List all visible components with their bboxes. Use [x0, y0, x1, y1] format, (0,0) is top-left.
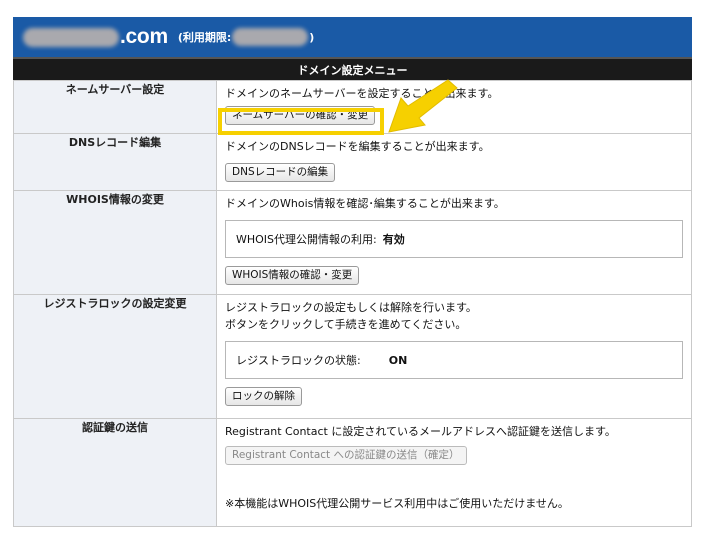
dns-edit-button[interactable]: DNSレコードの編集: [225, 163, 336, 182]
expiry-date: (利用期限: ): [178, 28, 314, 46]
row-label-nameserver: ネームサーバー設定: [13, 80, 217, 134]
row-dns: DNSレコード編集 ドメインのDNSレコードを編集することが出来ます。 DNSレ…: [13, 133, 692, 191]
row-registrylock: レジストラロックの設定変更 レジストラロックの設定もしくは解除を行います。 ボタ…: [13, 294, 692, 419]
row-label-whois: WHOIS情報の変更: [13, 190, 217, 295]
row-content-authkey: Registrant Contact に設定されているメールアドレスへ認証鍵を送…: [216, 418, 692, 527]
registrylock-status-value: ON: [388, 353, 408, 367]
registrylock-status-box: レジストラロックの状態: ON: [225, 341, 683, 379]
authkey-desc: Registrant Contact に設定されているメールアドレスへ認証鍵を送…: [225, 425, 616, 438]
nameserver-button[interactable]: ネームサーバーの確認・変更: [225, 106, 376, 125]
whois-status-box: WHOIS代理公開情報の利用: 有効: [225, 220, 683, 258]
expiry-prefix: (利用期限:: [177, 31, 232, 44]
whois-edit-button[interactable]: WHOIS情報の確認・変更: [225, 266, 360, 285]
menu-title: ドメイン設定メニュー: [13, 57, 692, 80]
registrylock-desc-1: レジストラロックの設定もしくは解除を行います。: [225, 301, 477, 314]
row-nameserver: ネームサーバー設定 ドメインのネームサーバーを設定することが出来ます。 ネームサ…: [13, 80, 692, 134]
registrylock-desc-2: ボタンをクリックして手続きを進めてください。: [225, 318, 467, 331]
registrylock-status-label: レジストラロックの状態:: [236, 353, 361, 367]
row-authkey: 認証鍵の送信 Registrant Contact に設定されているメールアドレ…: [13, 418, 692, 527]
domain-settings-panel: .com (利用期限: ) ドメイン設定メニュー ネームサーバー設定 ドメインの…: [13, 17, 692, 527]
nameserver-desc: ドメインのネームサーバーを設定することが出来ます。: [225, 87, 499, 100]
authkey-note: ※本機能はWHOIS代理公開サービス利用中はご使用いただけません。: [225, 497, 569, 510]
registrylock-unlock-button[interactable]: ロックの解除: [225, 387, 302, 406]
row-content-nameserver: ドメインのネームサーバーを設定することが出来ます。 ネームサーバーの確認・変更: [216, 80, 692, 134]
redacted-expiry-date: [232, 28, 309, 46]
domain-header: .com (利用期限: ): [13, 17, 692, 57]
redacted-domain-name: [23, 27, 119, 47]
whois-desc: ドメインのWhois情報を確認･編集することが出来ます。: [225, 197, 505, 210]
expiry-suffix: ): [309, 30, 315, 44]
dns-desc: ドメインのDNSレコードを編集することが出来ます。: [225, 140, 490, 153]
settings-table: ネームサーバー設定 ドメインのネームサーバーを設定することが出来ます。 ネームサ…: [13, 80, 692, 527]
row-content-whois: ドメインのWhois情報を確認･編集することが出来ます。 WHOIS代理公開情報…: [216, 190, 692, 295]
authkey-send-button[interactable]: Registrant Contact への認証鍵の送信（確定）: [225, 446, 467, 465]
row-content-dns: ドメインのDNSレコードを編集することが出来ます。 DNSレコードの編集: [216, 133, 692, 191]
row-whois: WHOIS情報の変更 ドメインのWhois情報を確認･編集することが出来ます。 …: [13, 190, 692, 295]
row-content-registrylock: レジストラロックの設定もしくは解除を行います。 ボタンをクリックして手続きを進め…: [216, 294, 692, 419]
row-label-registrylock: レジストラロックの設定変更: [13, 294, 217, 419]
domain-tld: .com: [120, 25, 168, 48]
whois-status-label: WHOIS代理公開情報の利用:: [236, 232, 377, 246]
whois-status-value: 有効: [382, 232, 405, 246]
row-label-dns: DNSレコード編集: [13, 133, 217, 191]
row-label-authkey: 認証鍵の送信: [13, 418, 217, 527]
